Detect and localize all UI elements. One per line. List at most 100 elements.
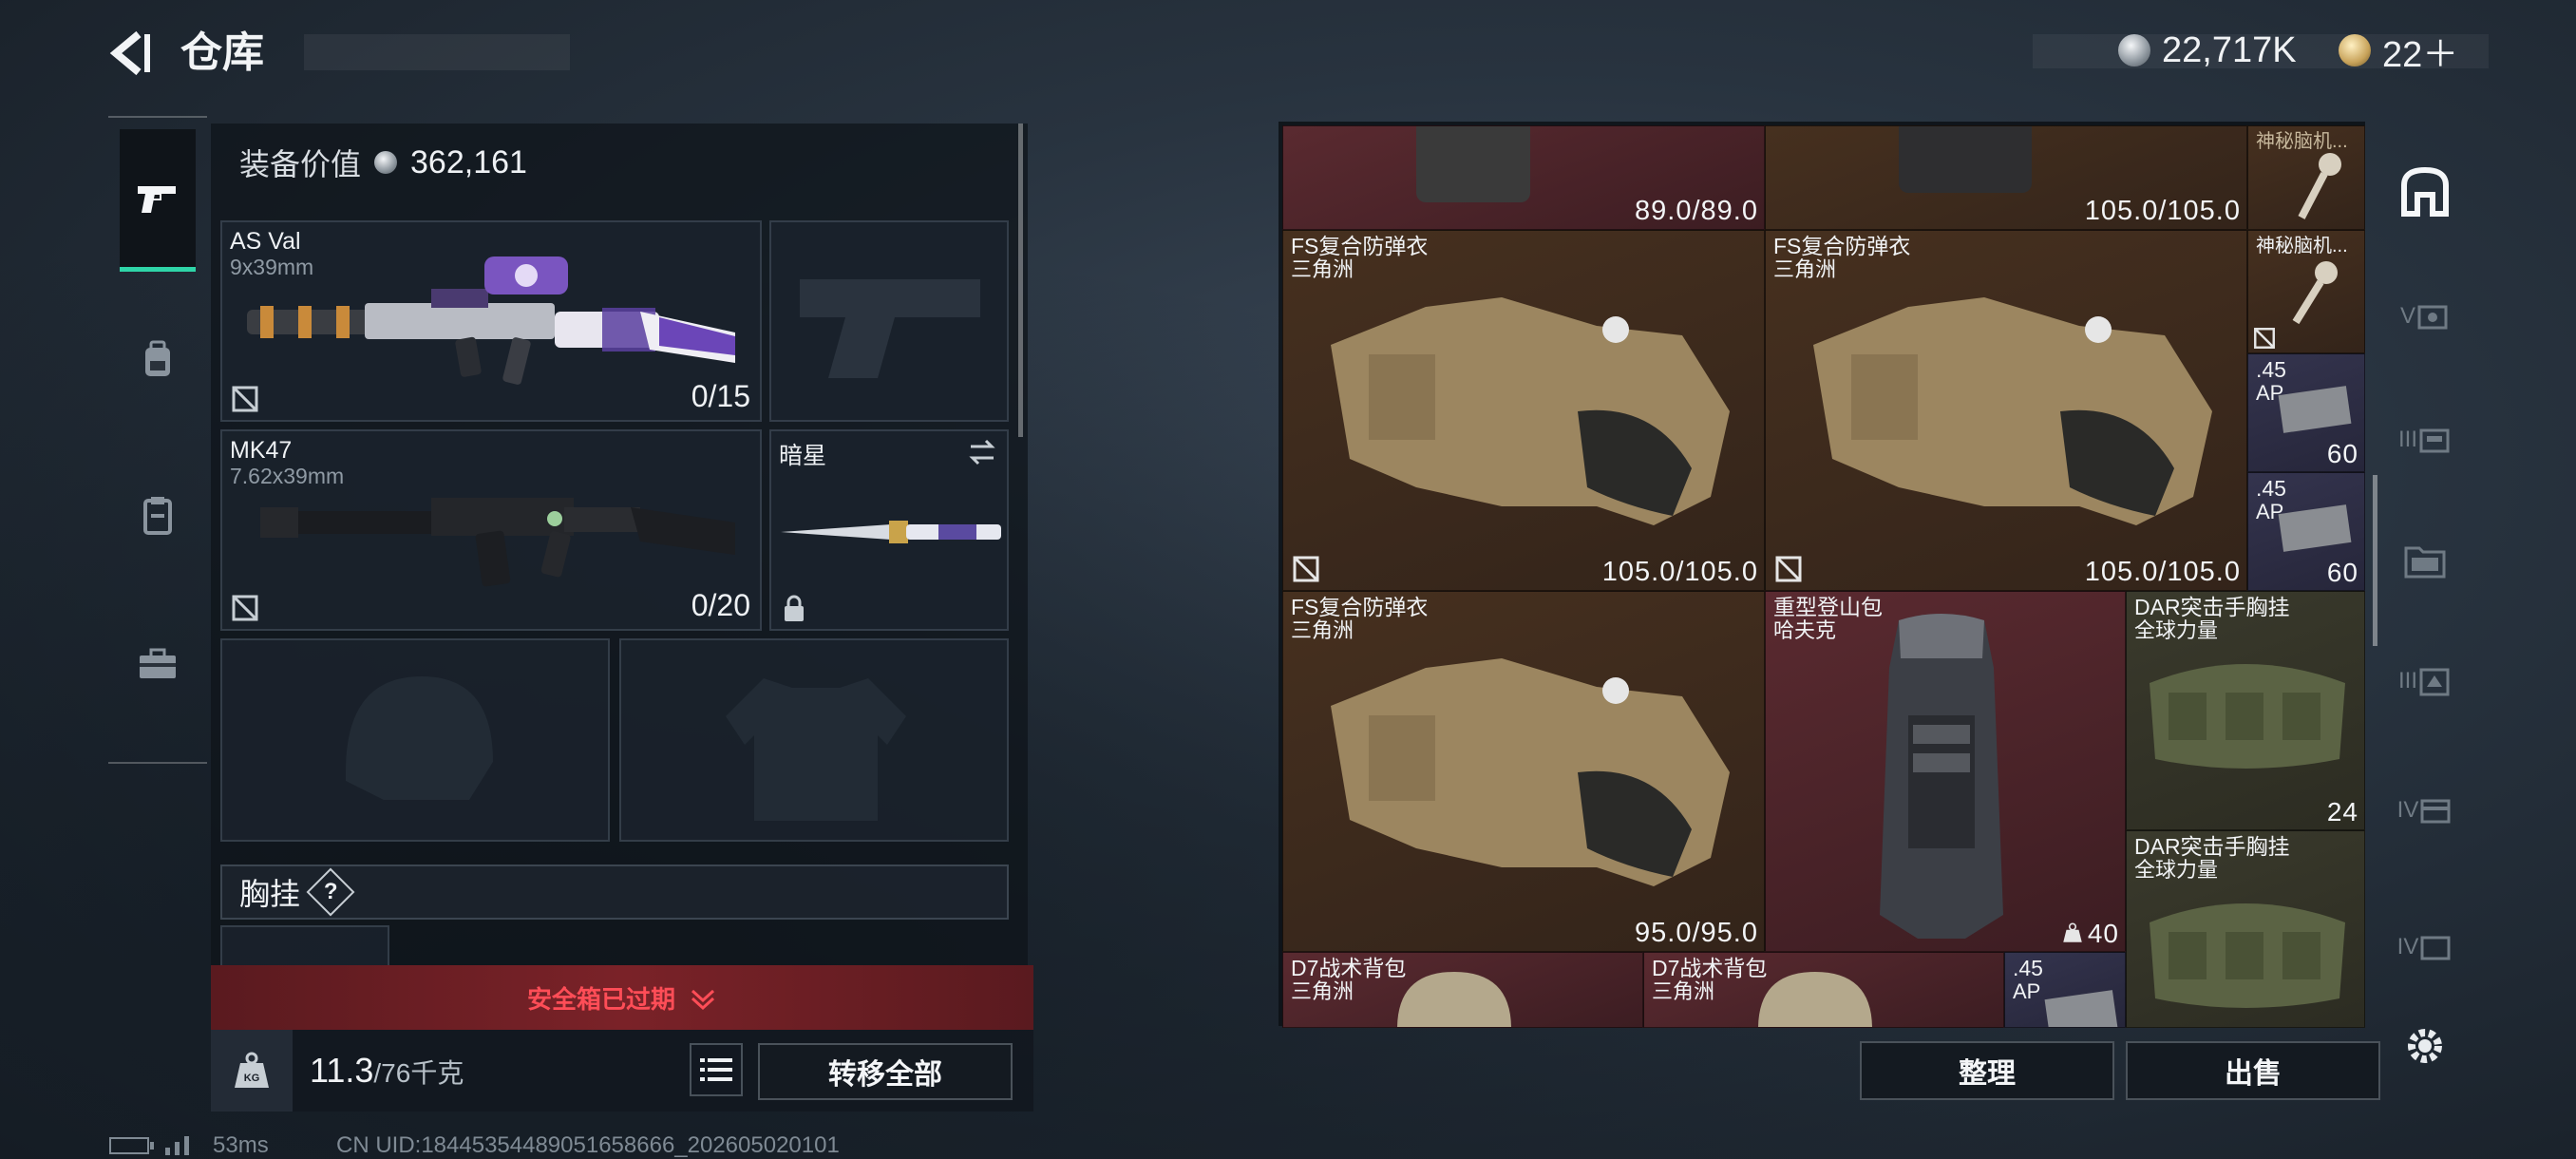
- as-val-rifle-image: [247, 256, 735, 385]
- no-insure-icon: [1775, 556, 1802, 582]
- storage-box-icon: [2419, 668, 2450, 696]
- item-sub: 三角洲: [1652, 979, 1715, 1003]
- armor-vest-icon: [1416, 126, 1530, 202]
- rail-page-iii-b[interactable]: III: [2392, 648, 2458, 714]
- item-name: FS复合防弹衣: [1291, 595, 1429, 619]
- storage-item[interactable]: D7战术背包 三角洲: [1282, 952, 1643, 1028]
- user-id: CN UID:18445354489051658666_202605020101: [336, 1132, 840, 1158]
- tab-gear[interactable]: [120, 289, 196, 431]
- equipment-scrollbar[interactable]: [1018, 124, 1023, 437]
- tab-weapons[interactable]: [120, 129, 196, 272]
- tab-consumables[interactable]: [120, 446, 196, 588]
- weapon-ammo: 0/15: [691, 379, 750, 413]
- storage-item[interactable]: DAR突击手胸挂 全球力量 24: [2126, 591, 2365, 830]
- storage-item[interactable]: DAR突击手胸挂 全球力量: [2126, 830, 2365, 1028]
- rail-page-label: V: [2399, 303, 2415, 329]
- page-title: 仓库: [180, 29, 264, 76]
- item-name: DAR突击手胸挂: [2134, 595, 2290, 619]
- list-view-button[interactable]: [690, 1043, 743, 1096]
- folder-icon: [2404, 546, 2446, 579]
- back-arrow-icon: [109, 30, 150, 76]
- storage-item[interactable]: .45 AP 60: [2247, 353, 2365, 472]
- tab-tools[interactable]: [120, 593, 196, 735]
- storage-box-icon: [2417, 305, 2448, 330]
- weight-icon-label: KG: [244, 1073, 260, 1084]
- storage-item[interactable]: 105.0/105.0: [1765, 125, 2247, 230]
- safebox-status-text: 安全箱已过期: [526, 984, 675, 1014]
- rail-page-label: III: [2397, 427, 2417, 452]
- item-name: FS复合防弹衣: [1291, 234, 1429, 258]
- lock-icon: [785, 595, 804, 621]
- storage-item[interactable]: FS复合防弹衣 三角洲 105.0/105.0: [1282, 230, 1765, 591]
- rail-page-folder[interactable]: [2392, 528, 2458, 595]
- help-icon[interactable]: ?: [306, 867, 355, 917]
- storage-item[interactable]: D7战术背包 三角洲: [1643, 952, 2004, 1028]
- backpack-icon: [145, 340, 170, 376]
- sell-button[interactable]: 出售: [2126, 1041, 2380, 1100]
- chest-rig-icon: [2150, 664, 2345, 769]
- helmet-slot[interactable]: [220, 638, 610, 842]
- settings-button[interactable]: [2399, 1020, 2451, 1072]
- durability-value: 95.0/95.0: [1635, 918, 1758, 948]
- safebox-expired-banner[interactable]: 安全箱已过期: [211, 965, 1033, 1030]
- item-name: FS复合防弹衣: [1773, 234, 1911, 258]
- rail-page-iv[interactable]: IV: [2392, 777, 2458, 844]
- weight-icon: [2063, 922, 2082, 942]
- no-insure-icon: [2254, 328, 2275, 349]
- durability-value: 105.0/105.0: [1601, 557, 1758, 587]
- weight-current: 11.3: [310, 1051, 374, 1090]
- storage-item[interactable]: 神秘脑机...: [2247, 125, 2365, 230]
- rail-page-iii[interactable]: III: [2392, 407, 2458, 473]
- chest-rig-header: 胸挂 ?: [220, 864, 1009, 920]
- backpack-icon: [1397, 972, 1511, 1027]
- weight-capacity: /76千克: [373, 1058, 464, 1088]
- back-button[interactable]: [104, 27, 158, 80]
- durability-value: 105.0/105.0: [2084, 196, 2241, 226]
- storage-item[interactable]: .45 AP: [2004, 952, 2126, 1028]
- melee-name: 暗星: [779, 443, 827, 469]
- storage-box-icon: [2420, 799, 2451, 824]
- silver-coin-icon: [374, 151, 398, 174]
- rail-page-iv-b[interactable]: IV: [2392, 914, 2458, 980]
- gold-currency[interactable]: 22＋: [2339, 27, 2459, 75]
- melee-slot[interactable]: 暗星: [769, 429, 1009, 631]
- ammo-box-icon: [2278, 504, 2352, 552]
- item-sub: 哈夫克: [1773, 618, 1837, 642]
- storage-item[interactable]: FS复合防弹衣 三角洲 105.0/105.0: [1765, 230, 2247, 591]
- item-sub: AP: [2013, 979, 2041, 1003]
- storage-scrollbar[interactable]: [2373, 475, 2377, 646]
- backpack-icon: [1880, 614, 2003, 939]
- storage-item[interactable]: 89.0/89.0: [1282, 125, 1765, 230]
- ping-readout: 53ms: [213, 1132, 269, 1158]
- silver-currency-value: 22,717K: [2162, 29, 2297, 70]
- storage-item[interactable]: 神秘脑机...: [2247, 230, 2365, 353]
- chest-rig-icon: [2150, 903, 2345, 1008]
- rail-home[interactable]: [2392, 158, 2458, 224]
- body-armor-icon: [1331, 658, 1730, 886]
- primary-weapon-slot[interactable]: AS Val 9x39mm 0/15: [220, 220, 762, 422]
- swap-icon[interactable]: [967, 437, 997, 467]
- ammo-box-icon: [2044, 990, 2118, 1027]
- title-decoration: [304, 34, 570, 70]
- weight-icon: KG: [235, 1052, 269, 1088]
- transfer-all-button[interactable]: 转移全部: [758, 1043, 1013, 1100]
- pistol-slot[interactable]: [769, 220, 1009, 422]
- silver-currency[interactable]: 22,717K: [2118, 27, 2297, 74]
- armor-slot[interactable]: [619, 638, 1009, 842]
- storage-item[interactable]: .45 AP 60: [2247, 472, 2365, 591]
- gold-currency-value: 22＋: [2382, 34, 2459, 75]
- storage-box-icon: [2420, 936, 2451, 960]
- storage-item[interactable]: FS复合防弹衣 三角洲 95.0/95.0: [1282, 591, 1765, 952]
- equipment-value: 装备价值 362,161: [239, 141, 527, 184]
- item-sub: 全球力量: [2134, 618, 2219, 642]
- rail-page-v[interactable]: V: [2392, 283, 2458, 350]
- secondary-weapon-slot[interactable]: MK47 7.62x39mm 0/20: [220, 429, 762, 631]
- stack-count: 60: [2326, 439, 2358, 468]
- storage-item[interactable]: 重型登山包 哈夫克 40: [1765, 591, 2126, 952]
- no-insure-icon: [232, 595, 258, 621]
- no-insure-icon: [232, 386, 258, 412]
- sort-button[interactable]: 整理: [1860, 1041, 2114, 1100]
- body-armor-icon: [1813, 297, 2212, 525]
- stack-count: 60: [2326, 558, 2358, 587]
- chest-rig-slot[interactable]: [220, 925, 389, 965]
